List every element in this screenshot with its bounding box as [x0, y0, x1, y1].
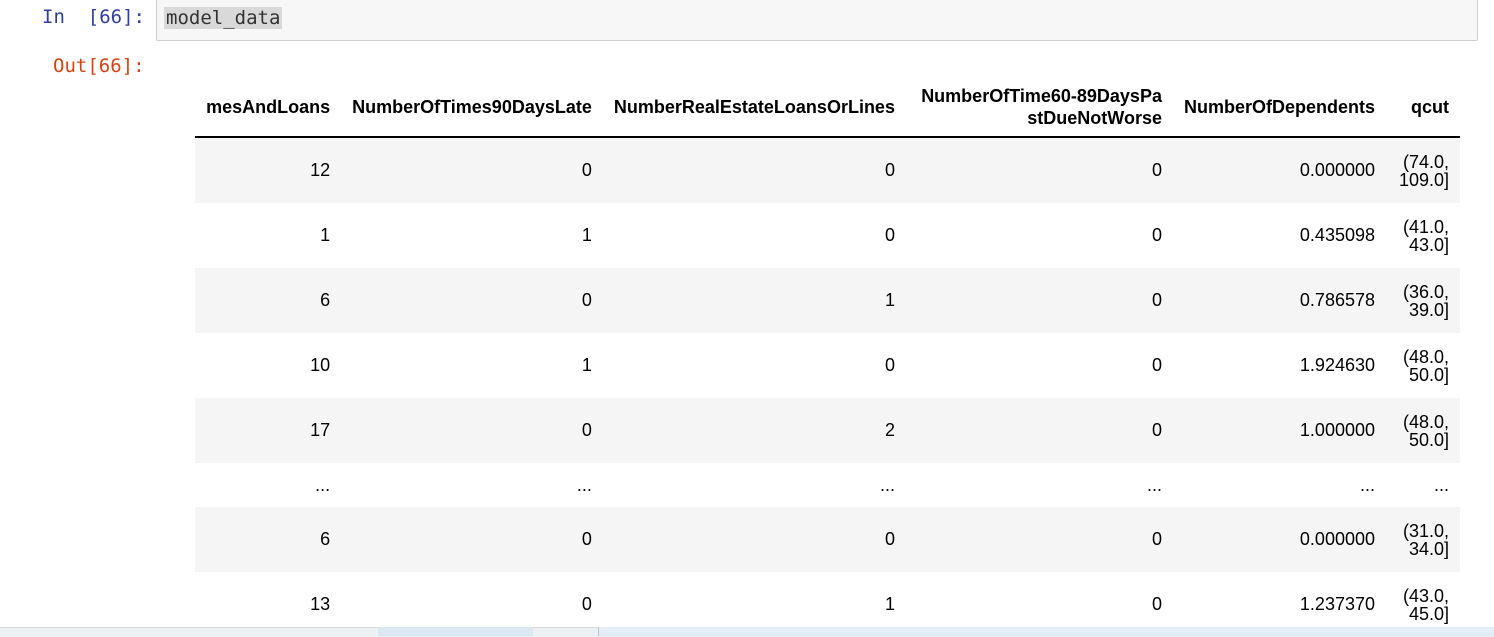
table-header-row: mesAndLoans NumberOfTimes90DaysLate Numb…	[195, 78, 1460, 138]
table-cell: (74.0, 109.0]	[1386, 137, 1460, 203]
table-row: 6 0 1 0 0.786578 (36.0, 39.0]	[195, 268, 1460, 333]
table-cell: 1	[320, 225, 331, 245]
column-header-times-60-89-days: NumberOfTime60-89DaysPastDueNotWorse	[905, 78, 1173, 138]
table-cell: (48.0, 50.0]	[1386, 398, 1460, 463]
table-cell: 0	[905, 398, 1173, 463]
column-header-times-60-89-days-label: NumberOfTime60-89DaysPastDueNotWorse	[921, 86, 1162, 128]
table-cell: 1.000000	[1172, 398, 1386, 463]
column-header-real-estate-loans: NumberRealEstateLoansOrLines	[602, 78, 906, 138]
table-cell: 12	[195, 137, 342, 203]
table-cell: (31.0, 34.0]	[1386, 507, 1460, 572]
table-cell: ...	[1146, 474, 1162, 495]
table-cell: 0	[341, 507, 603, 572]
table-cell: 0	[602, 507, 906, 572]
table-cell: ...	[879, 474, 895, 495]
table-cell: 1	[581, 355, 592, 375]
output-area[interactable]: mesAndLoans NumberOfTimes90DaysLate Numb…	[156, 78, 1470, 636]
table-cell: 17	[195, 398, 342, 463]
table-cell: 0.000000	[1172, 507, 1386, 572]
output-prompt: Out[66]:	[53, 55, 145, 77]
code-cell-input[interactable]: model_data	[156, 0, 1478, 41]
table-cell: 0.786578	[1172, 268, 1386, 333]
table-cell: 0	[602, 137, 906, 203]
table-cell: (36.0, 39.0]	[1386, 268, 1460, 333]
input-prompt: In [66]:	[42, 6, 145, 28]
table-cell: 10	[310, 355, 331, 375]
table-ellipsis-row: ..................	[195, 463, 1460, 507]
table-cell: ...	[1359, 474, 1375, 495]
table-cell: 2	[602, 398, 906, 463]
table-cell: 0	[341, 268, 603, 333]
table-cell: 1	[602, 268, 906, 333]
column-header-qcut: qcut	[1386, 78, 1460, 138]
column-header-times-90-days-late: NumberOfTimes90DaysLate	[341, 78, 603, 138]
table-cell: 0	[884, 225, 895, 245]
table-cell: 0.435098	[1299, 225, 1375, 245]
table-cell: 0	[884, 355, 895, 375]
table-cell: (41.0, 43.0]	[1402, 216, 1449, 255]
scrollbar-segment	[378, 627, 533, 636]
table-cell: ...	[576, 474, 592, 495]
table-row: 12 0 0 0 0.000000 (74.0, 109.0]	[195, 137, 1460, 203]
code-text[interactable]: model_data	[164, 7, 283, 29]
table-cell: (48.0, 50.0]	[1402, 346, 1449, 385]
table-cell: 0	[905, 137, 1173, 203]
table-cell: 6	[195, 268, 342, 333]
table-row: 1 1 0 0 0.435098 (41.0, 43.0]	[195, 203, 1460, 268]
table-cell: 0	[905, 507, 1173, 572]
table-cell: 0	[1151, 355, 1162, 375]
column-header-mes-and-loans: mesAndLoans	[195, 78, 342, 138]
table-cell: 0	[341, 137, 603, 203]
table-cell: ...	[1433, 474, 1449, 495]
table-cell: 0	[1151, 225, 1162, 245]
column-header-dependents: NumberOfDependents	[1172, 78, 1386, 138]
table-cell: 0	[341, 398, 603, 463]
table-row: 17 0 2 0 1.000000 (48.0, 50.0]	[195, 398, 1460, 463]
dataframe-table: mesAndLoans NumberOfTimes90DaysLate Numb…	[195, 78, 1460, 636]
table-row: 6 0 0 0 0.000000 (31.0, 34.0]	[195, 507, 1460, 572]
table-cell: ...	[315, 474, 331, 495]
table-cell: 0	[905, 268, 1173, 333]
table-row: 10 1 0 0 1.924630 (48.0, 50.0]	[195, 333, 1460, 398]
table-cell: 1	[581, 225, 592, 245]
table-cell: 1.924630	[1299, 355, 1375, 375]
table-cell: 6	[195, 507, 342, 572]
table-cell: 0.000000	[1172, 137, 1386, 203]
scrollbar-thumb[interactable]	[598, 627, 1494, 636]
